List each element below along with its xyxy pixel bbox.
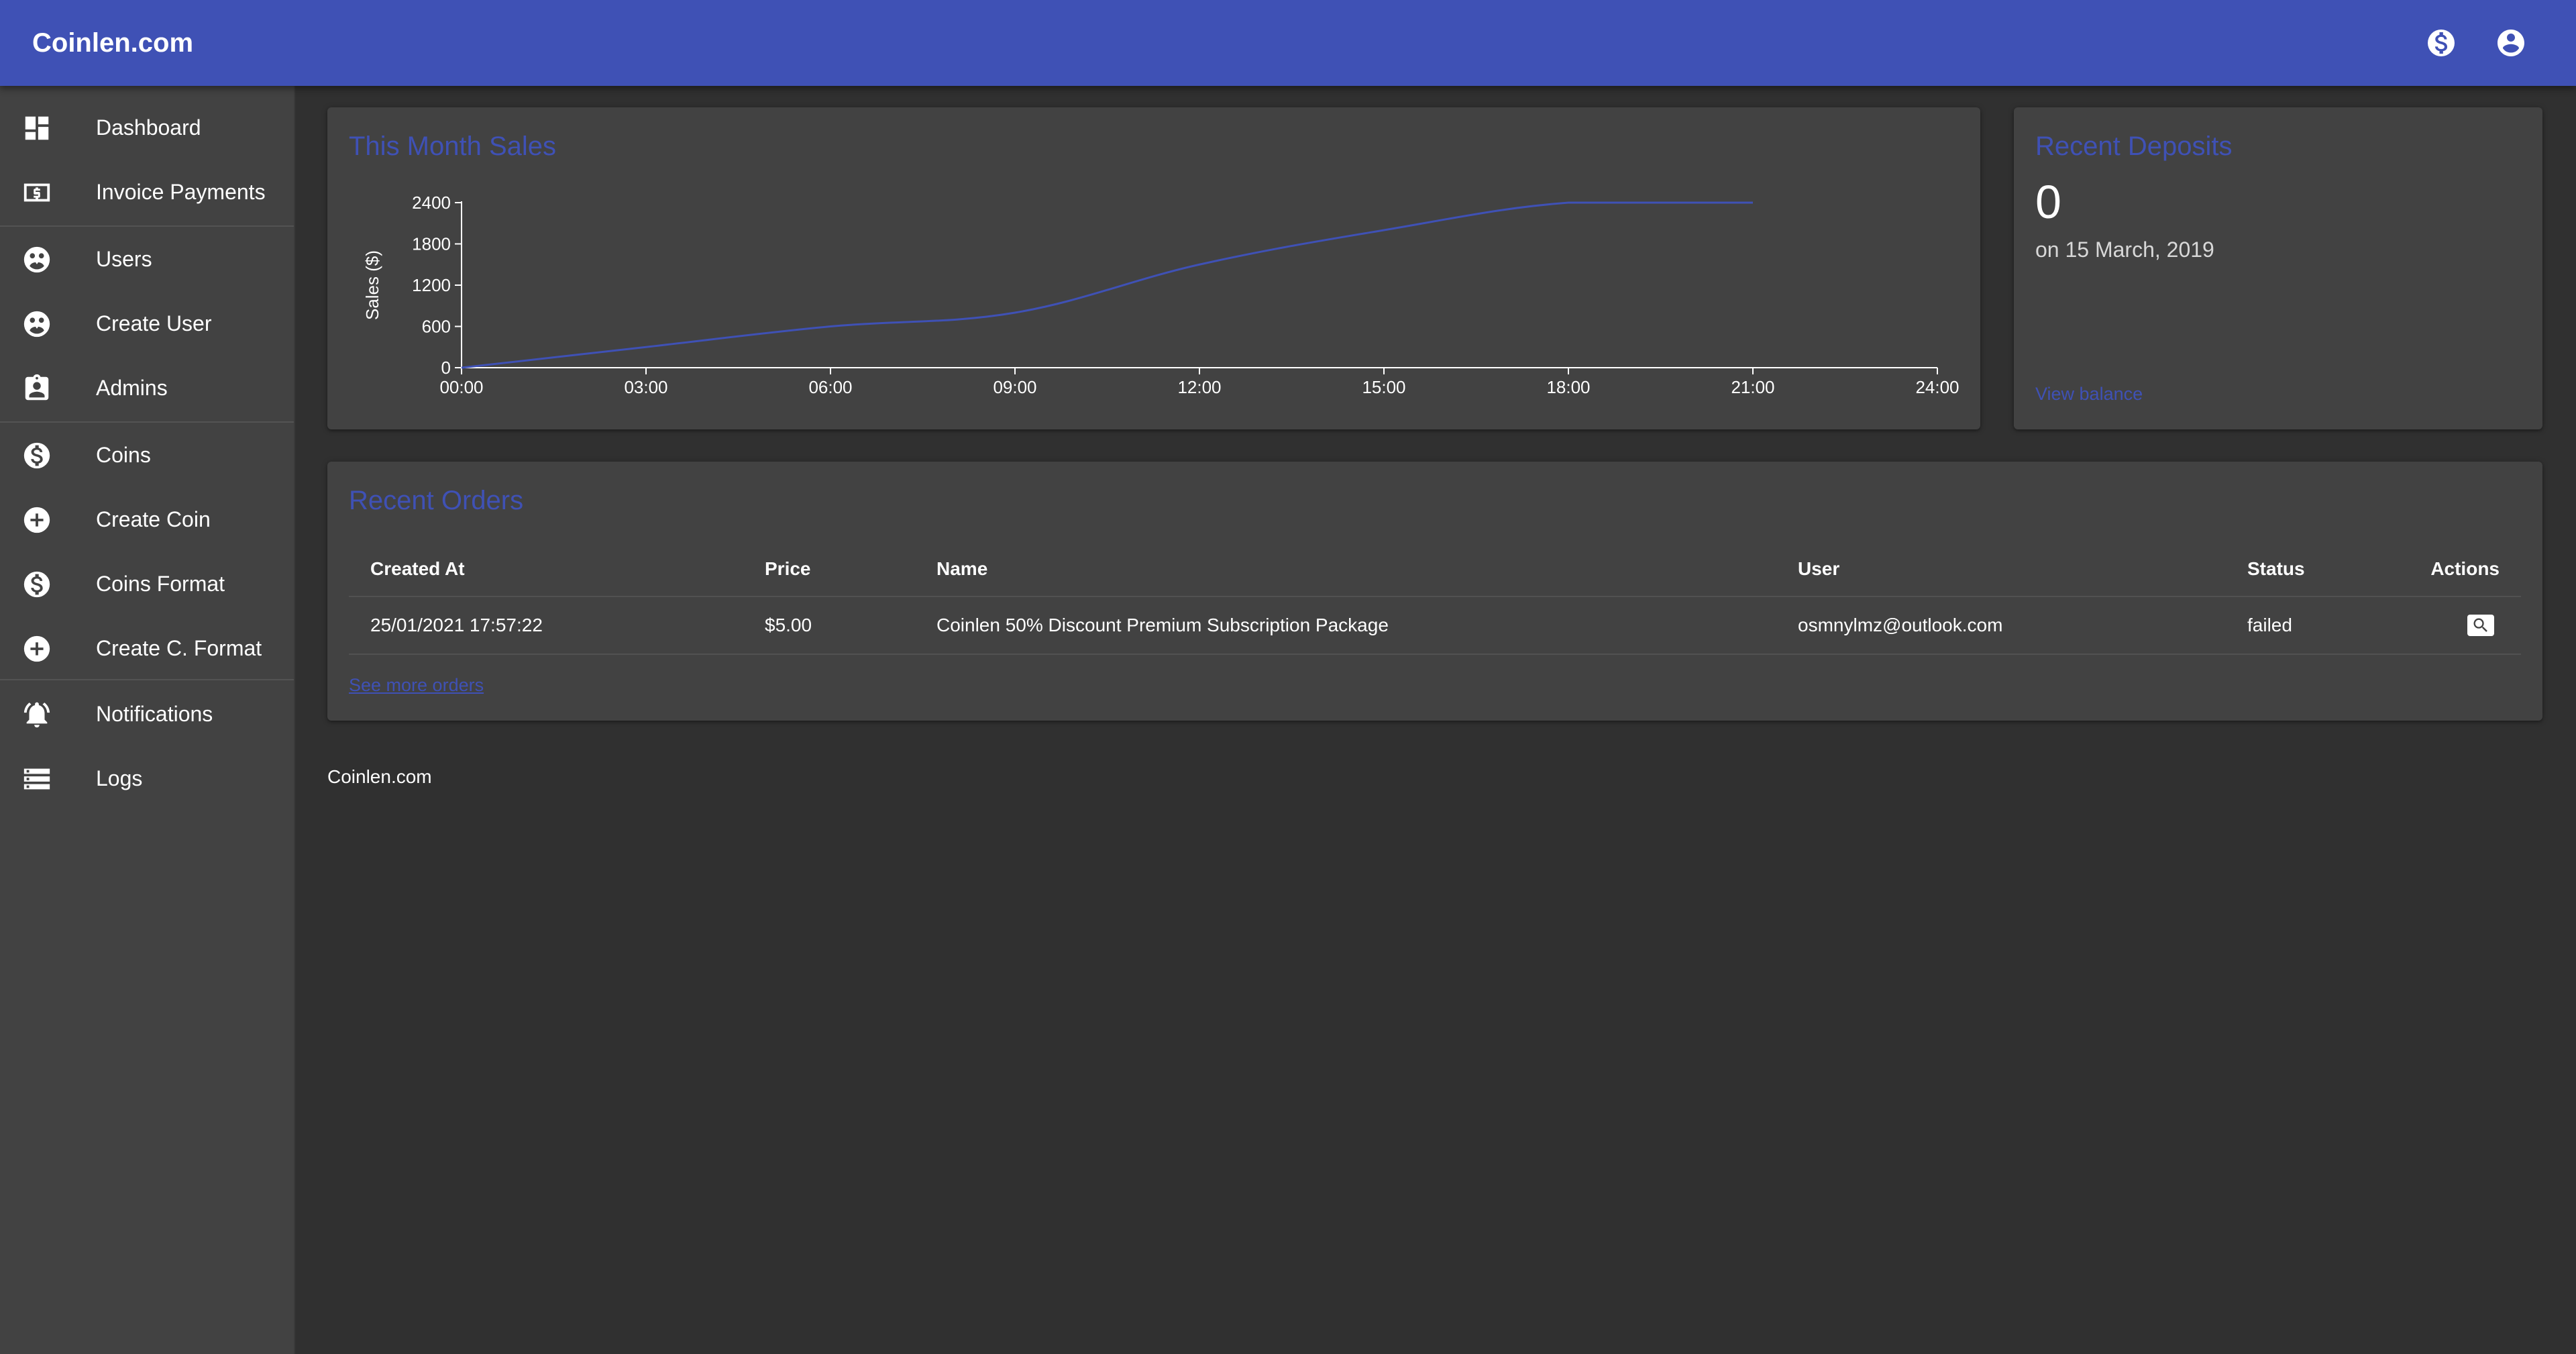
sidebar-item-label: Notifications <box>96 702 213 726</box>
x-tick-label: 21:00 <box>1731 377 1774 397</box>
table-row[interactable]: 25/01/2021 17:57:22 $5.00 Coinlen 50% Di… <box>349 597 2521 655</box>
column-header-user[interactable]: User <box>1798 542 1839 596</box>
cell-user: osmnylmz@outlook.com <box>1798 615 2003 635</box>
table-header-row: Created At Price Name User Status Action… <box>349 542 2521 597</box>
sidebar-item-notifications[interactable]: Notifications <box>0 682 294 746</box>
recent-deposits-card: Recent Deposits 0 on 15 March, 2019 View… <box>2014 107 2542 429</box>
deposit-date: on 15 March, 2019 <box>2035 238 2214 262</box>
users-icon <box>21 244 52 275</box>
orders-title: Recent Orders <box>349 486 524 515</box>
create-user-icon <box>21 309 52 340</box>
sidebar-item-label: Coins <box>96 443 151 467</box>
x-tick-label: 24:00 <box>1915 377 1959 397</box>
sidebar-item-coins-format[interactable]: Coins Format <box>0 552 294 616</box>
app-bar: Coinlen.com <box>0 0 2576 86</box>
sidebar-item-admins[interactable]: Admins <box>0 356 294 420</box>
footer-text: Coinlen.com <box>327 766 432 787</box>
x-tick-label: 00:00 <box>439 377 483 397</box>
add-circle-icon <box>21 633 52 664</box>
sidebar-item-label: Admins <box>96 376 168 400</box>
cell-name: Coinlen 50% Discount Premium Subscriptio… <box>936 615 1389 635</box>
column-header-name[interactable]: Name <box>936 542 987 596</box>
sidebar-item-label: Create C. Format <box>96 636 262 660</box>
sidebar-divider <box>0 679 294 680</box>
sales-series-line <box>461 201 1753 369</box>
y-tick-label: 0 <box>441 358 451 378</box>
sidebar-item-label: Logs <box>96 766 143 790</box>
column-header-price[interactable]: Price <box>765 542 811 596</box>
sidebar-item-invoice-payments[interactable]: Invoice Payments <box>0 160 294 224</box>
sidebar-item-coins[interactable]: Coins <box>0 423 294 487</box>
sidebar-item-label: Users <box>96 247 152 271</box>
sales-chart: 0 600 1200 1800 2400 00:00 03:00 06:00 09:00 12:0… <box>362 193 1960 397</box>
coins-icon <box>21 440 52 471</box>
x-tick-label: 15:00 <box>1362 377 1405 397</box>
coins-format-icon <box>21 569 52 600</box>
x-tick-label: 18:00 <box>1546 377 1590 397</box>
sidebar-item-users[interactable]: Users <box>0 227 294 291</box>
orders-table: Created At Price Name User Status Action… <box>349 542 2521 655</box>
dashboard-icon <box>21 113 52 144</box>
y-tick-label: 1800 <box>412 234 451 254</box>
column-header-actions: Actions <box>2430 558 2500 579</box>
deposit-amount: 0 <box>2035 176 2061 228</box>
dollar-circle-icon <box>2428 30 2455 56</box>
admins-icon <box>21 373 52 404</box>
sidebar-item-create-coins-format[interactable]: Create C. Format <box>0 616 294 680</box>
cell-status: failed <box>2247 615 2292 635</box>
sidebar-item-label: Create Coin <box>96 507 211 531</box>
sales-chart-card: This Month Sales 0 600 1200 1800 2400 00:00 03… <box>327 107 1980 429</box>
cell-created: 25/01/2021 17:57:22 <box>370 615 543 635</box>
y-tick-label: 600 <box>422 317 451 337</box>
sidebar: Dashboard Invoice Payments Users Create … <box>0 86 295 1354</box>
sidebar-item-create-coin[interactable]: Create Coin <box>0 487 294 552</box>
deposits-title: Recent Deposits <box>2035 132 2233 161</box>
x-tick-label: 12:00 <box>1177 377 1221 397</box>
cell-actions <box>2467 597 2500 654</box>
search-icon <box>2473 618 2487 632</box>
recent-orders-card: Recent Orders Created At Price Name User… <box>327 462 2542 721</box>
sidebar-item-label: Dashboard <box>96 115 201 140</box>
app-title: Coinlen.com <box>32 28 194 58</box>
column-header-created[interactable]: Created At <box>370 542 465 596</box>
y-tick-label: 1200 <box>412 275 451 295</box>
account-circle-icon <box>2498 30 2524 56</box>
sidebar-item-label: Coins Format <box>96 572 225 596</box>
cell-price: $5.00 <box>765 615 812 635</box>
view-order-button[interactable] <box>2467 615 2494 636</box>
y-tick-label: 2400 <box>412 193 451 213</box>
sidebar-item-dashboard[interactable]: Dashboard <box>0 95 294 160</box>
notifications-icon <box>21 699 52 730</box>
y-axis-label: Sales ($) <box>362 250 382 320</box>
sidebar-item-create-user[interactable]: Create User <box>0 291 294 356</box>
x-tick-label: 06:00 <box>808 377 852 397</box>
x-tick-label: 03:00 <box>624 377 667 397</box>
account-button[interactable] <box>2488 20 2534 66</box>
sidebar-item-logs[interactable]: Logs <box>0 746 294 811</box>
invoice-payments-icon <box>21 177 52 208</box>
see-more-orders-link[interactable]: See more orders <box>349 675 484 696</box>
x-tick-label: 09:00 <box>993 377 1036 397</box>
column-header-status[interactable]: Status <box>2247 542 2305 596</box>
sidebar-item-label: Create User <box>96 311 212 335</box>
view-balance-link[interactable]: View balance <box>2035 384 2143 405</box>
sidebar-item-label: Invoice Payments <box>96 180 266 204</box>
add-circle-icon <box>21 505 52 535</box>
coins-button[interactable] <box>2418 20 2464 66</box>
logs-icon <box>21 764 52 794</box>
